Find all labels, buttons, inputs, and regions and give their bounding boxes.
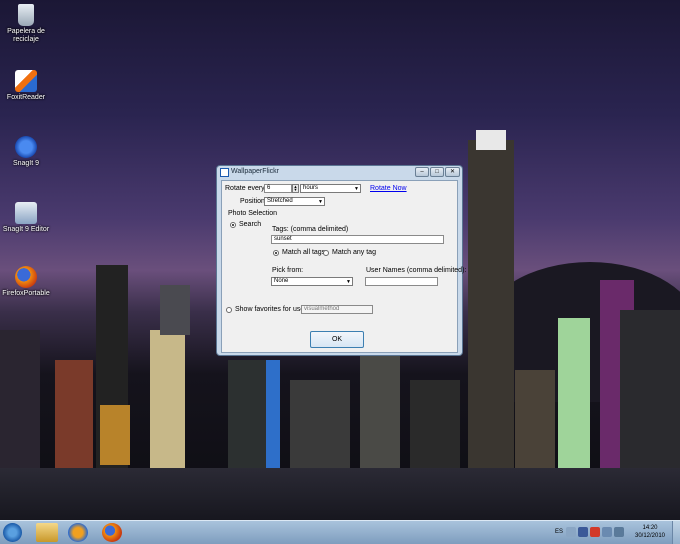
search-label: Search xyxy=(239,221,262,228)
icon-label: Papelera de reciclaje xyxy=(7,28,45,43)
start-button[interactable] xyxy=(3,523,22,542)
building xyxy=(266,360,280,470)
network-tray-icon[interactable] xyxy=(602,527,612,537)
minimize-button[interactable]: – xyxy=(415,167,429,177)
rotate-unit-value: hours xyxy=(303,185,319,191)
snagit-logo-icon xyxy=(15,136,37,158)
tags-input[interactable]: sunset xyxy=(271,235,444,244)
security-tray-icon[interactable] xyxy=(590,527,600,537)
building xyxy=(150,330,185,470)
clock-date[interactable]: 30/12/2010 xyxy=(632,533,668,540)
building xyxy=(0,330,40,470)
building xyxy=(360,350,400,470)
position-select[interactable]: Stretched ▼ xyxy=(264,197,325,206)
desktop: Papelera de reciclaje FoxitReader SnagIt… xyxy=(0,0,680,520)
user-names-input[interactable] xyxy=(365,277,438,286)
building xyxy=(468,140,514,470)
window-title: WallpaperFlickr xyxy=(231,168,279,175)
building xyxy=(410,380,460,470)
pick-from-value: None xyxy=(274,278,289,284)
pick-from-select[interactable]: None ▼ xyxy=(271,277,353,286)
ok-button[interactable]: OK xyxy=(310,331,364,348)
rotate-spinner[interactable]: ▲ ▼ xyxy=(292,184,299,193)
match-any-label: Match any tag xyxy=(332,249,376,256)
dialog-body: Rotate every: 6 ▲ ▼ hours ▼ Rotate Now Po… xyxy=(221,180,466,353)
trash-icon xyxy=(18,4,34,26)
tray-arrow-icon[interactable] xyxy=(566,527,576,537)
pdf-icon xyxy=(15,70,37,92)
firefox-taskbar-icon[interactable] xyxy=(102,523,122,542)
volume-icon[interactable] xyxy=(614,527,624,537)
rotate-value-input[interactable]: 6 xyxy=(264,184,292,193)
media-player-taskbar-icon[interactable] xyxy=(68,523,88,542)
show-favorites-label: Show favorites for user: xyxy=(235,306,309,313)
recycle-bin-icon[interactable]: Papelera de reciclaje xyxy=(0,4,56,44)
rotate-label: Rotate every: xyxy=(225,185,267,192)
photo-selection-heading: Photo Selection xyxy=(228,210,278,217)
taskbar: ES 14:20 30/12/2010 xyxy=(0,520,680,544)
match-any-radio[interactable] xyxy=(323,250,329,256)
building xyxy=(100,405,130,465)
chevron-down-icon: ▼ xyxy=(346,279,351,285)
title-bar[interactable]: WallpaperFlickr – □ ✕ xyxy=(217,166,462,178)
icon-label: FoxitReader xyxy=(6,94,46,101)
firefox-icon xyxy=(15,266,37,288)
building xyxy=(160,285,190,335)
building xyxy=(476,130,506,150)
position-label: Position: xyxy=(240,198,267,205)
foxit-reader-icon[interactable]: FoxitReader xyxy=(0,70,56,102)
clock-time[interactable]: 14:20 xyxy=(632,525,668,532)
tags-label: Tags: (comma delimited) xyxy=(272,226,349,233)
user-names-label: User Names (comma delimited): xyxy=(366,267,467,274)
language-indicator[interactable]: ES xyxy=(552,529,566,536)
app-icon xyxy=(220,168,229,177)
chevron-down-icon: ▼ xyxy=(354,186,359,192)
snagit-icon[interactable]: SnagIt 9 xyxy=(0,136,56,168)
match-all-radio[interactable] xyxy=(273,250,279,256)
firefox-portable-icon[interactable]: FirefoxPortable xyxy=(0,266,56,298)
icon-label: SnagIt 9 Editor xyxy=(2,226,50,233)
rotate-unit-select[interactable]: hours ▼ xyxy=(300,184,361,193)
building xyxy=(55,360,93,470)
position-value: Stretched xyxy=(267,198,293,204)
favorites-user-input[interactable]: visualmethod xyxy=(301,305,373,314)
building xyxy=(290,380,350,470)
close-button[interactable]: ✕ xyxy=(445,167,460,177)
snagit-editor-logo-icon xyxy=(15,202,37,224)
icon-label: FirefoxPortable xyxy=(2,290,50,297)
chevron-down-icon: ▼ xyxy=(318,199,323,205)
building xyxy=(515,370,555,470)
maximize-button[interactable]: □ xyxy=(430,167,444,177)
facebook-tray-icon[interactable] xyxy=(578,527,588,537)
wallpaperflickr-window: WallpaperFlickr – □ ✕ Rotate every: 6 ▲ ▼… xyxy=(216,165,466,356)
explorer-taskbar-icon[interactable] xyxy=(36,523,58,542)
pick-from-label: Pick from: xyxy=(272,267,304,274)
search-radio[interactable] xyxy=(230,222,236,228)
building xyxy=(620,310,680,470)
match-all-label: Match all tags xyxy=(282,249,326,256)
show-desktop-button[interactable] xyxy=(672,521,680,544)
building xyxy=(228,360,268,470)
icon-label: SnagIt 9 xyxy=(12,160,40,167)
building xyxy=(558,318,590,468)
show-favorites-radio[interactable] xyxy=(226,307,232,313)
snagit-editor-icon[interactable]: SnagIt 9 Editor xyxy=(0,202,56,234)
harbor-water xyxy=(0,468,680,520)
rotate-now-link[interactable]: Rotate Now xyxy=(370,185,407,192)
